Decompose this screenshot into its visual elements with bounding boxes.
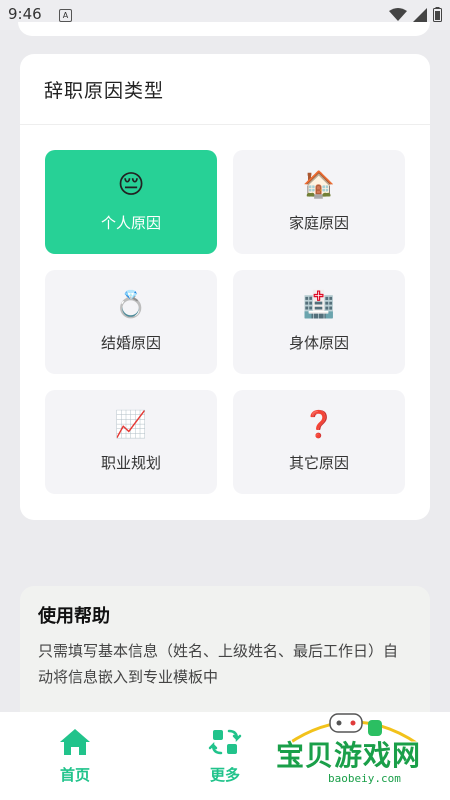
reason-option-personal[interactable]: 😔 个人原因 xyxy=(45,150,217,254)
nav-more-label: 更多 xyxy=(209,766,240,784)
reason-option-label: 其它原因 xyxy=(288,454,349,472)
reason-option-label: 结婚原因 xyxy=(100,334,161,352)
help-title: 使用帮助 xyxy=(38,606,110,627)
reason-option-health[interactable]: 🏥 身体原因 xyxy=(233,270,405,374)
divider xyxy=(20,124,430,125)
section-title: 辞职原因类型 xyxy=(44,80,165,102)
reason-option-label: 家庭原因 xyxy=(288,214,349,232)
resign-reason-card: 辞职原因类型 😔 个人原因 🏠 家庭原因 💍 结婚原因 🏥 身体原因 📈 职业规… xyxy=(20,54,430,520)
reason-option-label: 职业规划 xyxy=(100,454,161,472)
status-time: 9:46 xyxy=(8,5,42,23)
wifi-icon xyxy=(389,7,407,21)
reason-option-label: 个人原因 xyxy=(100,214,161,232)
refresh-grid-icon xyxy=(208,729,242,755)
reason-option-label: 身体原因 xyxy=(288,334,349,352)
notification-badge-icon: A xyxy=(59,9,72,22)
nav-home-label: 首页 xyxy=(59,766,90,784)
chart-increasing-icon: 📈 xyxy=(114,410,148,440)
bottom-nav: 首页 更多 xyxy=(0,712,450,800)
home-icon xyxy=(60,729,90,755)
reason-option-family[interactable]: 🏠 家庭原因 xyxy=(233,150,405,254)
signal-icon xyxy=(413,7,427,22)
question-mark-icon: ❓ xyxy=(302,410,336,440)
nav-more[interactable]: 更多 xyxy=(185,726,265,785)
reason-option-career[interactable]: 📈 职业规划 xyxy=(45,390,217,494)
help-text: 只需填写基本信息（姓名、上级姓名、最后工作日）自动将信息嵌入到专业模板中 xyxy=(38,642,399,686)
reason-option-marriage[interactable]: 💍 结婚原因 xyxy=(45,270,217,374)
previous-card-edge xyxy=(18,22,430,36)
status-icons xyxy=(389,7,442,22)
ring-icon: 💍 xyxy=(114,290,148,320)
battery-icon xyxy=(433,7,442,22)
pensive-face-icon: 😔 xyxy=(117,170,145,200)
reason-option-other[interactable]: ❓ 其它原因 xyxy=(233,390,405,494)
house-icon: 🏠 xyxy=(302,170,336,200)
hospital-icon: 🏥 xyxy=(302,290,336,320)
nav-home[interactable]: 首页 xyxy=(35,726,115,785)
